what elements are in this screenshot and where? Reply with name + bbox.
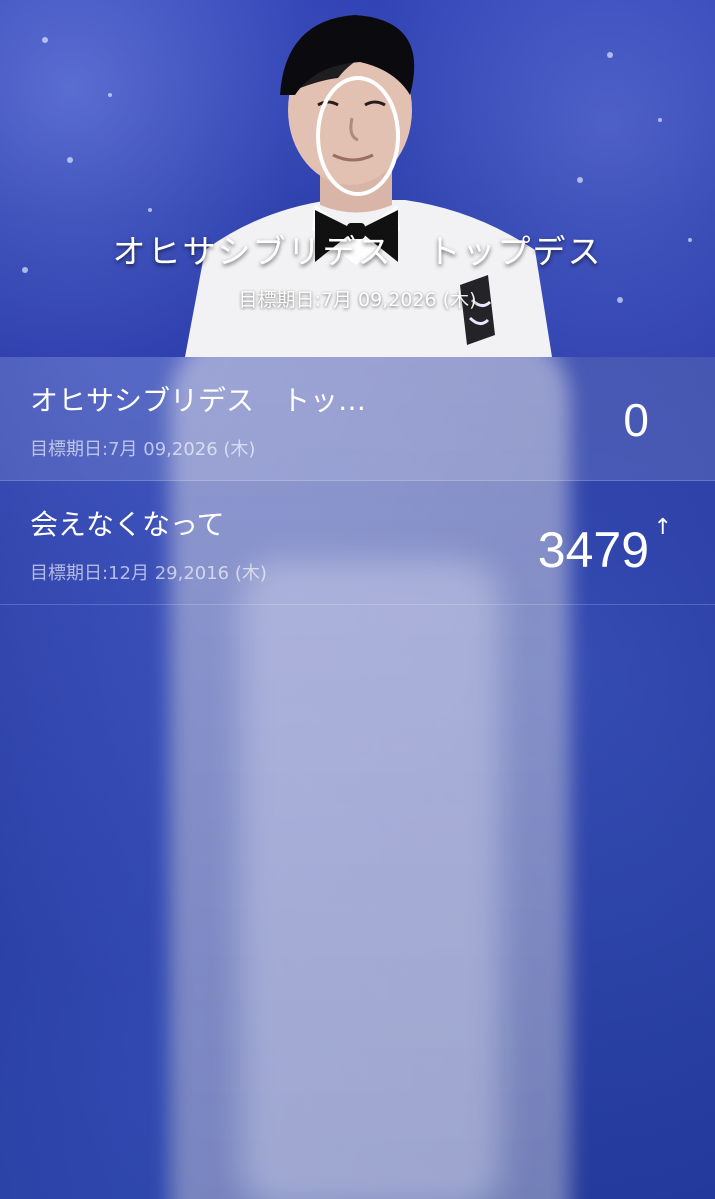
app-root: オヒサシブリデス トップデス 目標期日:7月 09,2026 (木) オヒサシブ… [0,0,715,1199]
list-item-title: オヒサシブリデス トップデス [30,384,390,417]
countdown-list: オヒサシブリデス トップデス 目標期日:7月 09,2026 (木) 0 会えな… [0,357,715,605]
header-title: オヒサシブリデス トップデス [112,232,603,271]
list-item-date: 目標期日:7月 09,2026 (木) [30,439,256,460]
list-item-title: 会えなくなって [30,508,225,541]
up-arrow-icon: ↑ [653,515,672,540]
list-item[interactable]: オヒサシブリデス トップデス 目標期日:7月 09,2026 (木) 0 [0,357,715,481]
list-item-count: 3479 [537,522,649,578]
list-item-date: 目標期日:12月 29,2016 (木) [30,563,267,584]
list-item-count: 0 [623,394,649,446]
list-item[interactable]: 会えなくなって 目標期日:12月 29,2016 (木) 3479 ↑ [0,481,715,605]
header-image: オヒサシブリデス トップデス 目標期日:7月 09,2026 (木) [0,0,715,357]
header-target-date: 目標期日:7月 09,2026 (木) [238,289,477,311]
